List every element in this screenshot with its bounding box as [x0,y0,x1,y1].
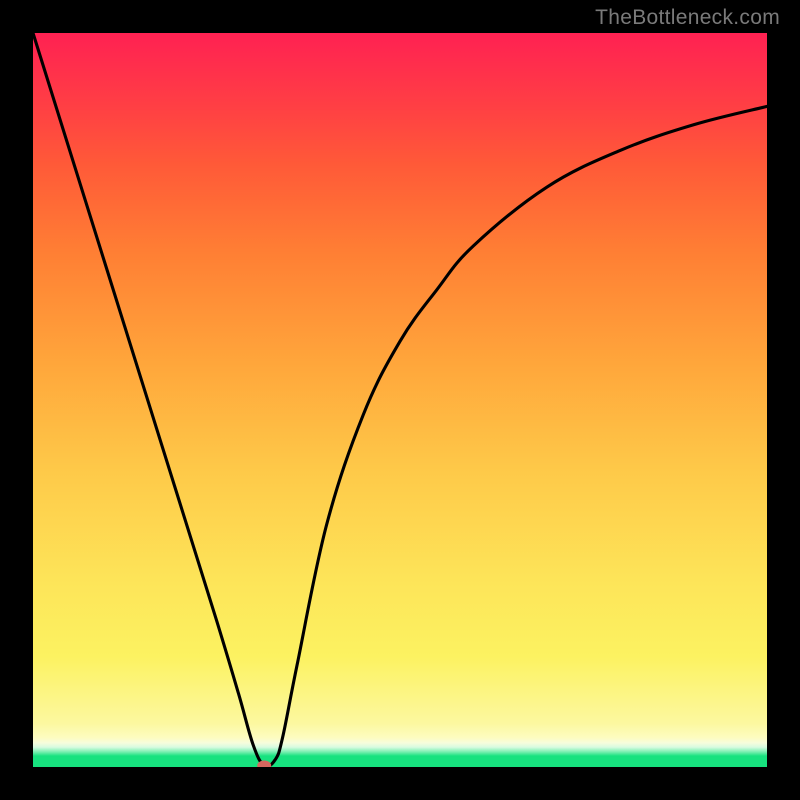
curve-path [33,33,767,766]
watermark-text: TheBottleneck.com [595,6,780,30]
chart-frame: TheBottleneck.com [0,0,800,800]
plot-area [33,33,767,767]
bottleneck-curve [33,33,767,767]
